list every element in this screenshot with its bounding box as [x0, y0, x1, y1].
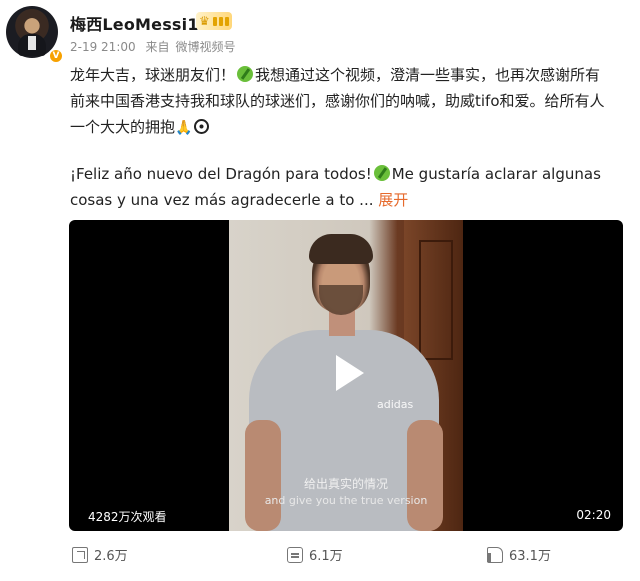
expand-link[interactable]: 展开 [378, 191, 408, 209]
person-beard [319, 285, 363, 315]
post-meta: 2-19 21:00 来自 微博视频号 [70, 38, 242, 55]
shirt-logo: adidas [377, 398, 414, 411]
subtitle-english: and give you the true version [264, 494, 428, 507]
crown-badge-icon[interactable]: ♛ [196, 12, 232, 30]
thumbs-up-icon [487, 546, 503, 563]
source-name[interactable]: 微博视频号 [175, 40, 235, 54]
author-name[interactable]: 梅西LeoMessi10 [70, 11, 210, 35]
person-hair [309, 234, 373, 264]
post-text-line-2: 前来中国香港支持我和球队的球迷们，感谢你们的呐喊，助威tifo和爱。给所有人 [70, 92, 605, 110]
comment-button[interactable]: 6.1万 [287, 545, 343, 564]
post-header: V 梅西LeoMessi10 ♛ 2-19 21:00 来自 微博视频号 [0, 0, 640, 64]
door-panel [419, 240, 453, 360]
play-icon[interactable] [330, 353, 364, 393]
level-bars-icon [212, 16, 229, 26]
dragon-emoji-icon [373, 165, 390, 181]
post-text-spanish-1: ¡Feliz año nuevo del Dragón para todos! [70, 165, 372, 183]
dragon-emoji-icon [237, 66, 254, 82]
share-count: 2.6万 [94, 549, 128, 564]
post-text-chinese-1: 我想通过这个视频，澄清一些事实，也再次感谢所有 [255, 66, 601, 84]
view-count: 4282万次观看 [88, 510, 167, 524]
like-count: 63.1万 [509, 549, 551, 564]
post-text-spanish-3: cosas y una vez más agradecerle a to ... [70, 191, 374, 209]
avatar[interactable]: V [6, 6, 64, 64]
video-player[interactable]: adidas 给出真实的情况 and give you the true ver… [69, 220, 623, 531]
comment-icon [287, 546, 303, 563]
like-button[interactable]: 63.1万 [487, 545, 551, 564]
avatar-shirt [28, 36, 36, 50]
subtitle-chinese: 给出真实的情况 [303, 477, 388, 491]
post-text-greeting: 龙年大吉，球迷朋友们！ [70, 66, 236, 84]
soccer-ball-icon [194, 119, 210, 134]
post-text-line-1: 龙年大吉，球迷朋友们！ 我想通过这个视频，澄清一些事实，也再次感谢所有 [70, 64, 630, 86]
action-bar: 2.6万 6.1万 63.1万 [0, 545, 640, 575]
post-text-line-4: ¡Feliz año nuevo del Dragón para todos! M… [70, 163, 630, 185]
source-prefix: 来自 [145, 40, 170, 54]
verified-icon: V [48, 48, 64, 64]
post-text-line-5: cosas y una vez más agradecerle a to ...… [70, 189, 630, 211]
post-text-spanish-2: Me gustaría aclarar algunas [391, 165, 601, 183]
post-text-line-3: 一个大大的拥抱🙏 [70, 116, 630, 139]
post-time: 2-19 21:00 [70, 40, 136, 54]
crown-icon: ♛ [199, 14, 210, 28]
comment-count: 6.1万 [309, 549, 343, 564]
post-text-hug: 一个大大的拥抱 [70, 118, 176, 136]
share-icon [72, 546, 88, 563]
share-button[interactable]: 2.6万 [72, 545, 128, 564]
video-duration: 02:20 [576, 508, 611, 522]
praying-hands-icon: 🙏 [175, 120, 193, 136]
